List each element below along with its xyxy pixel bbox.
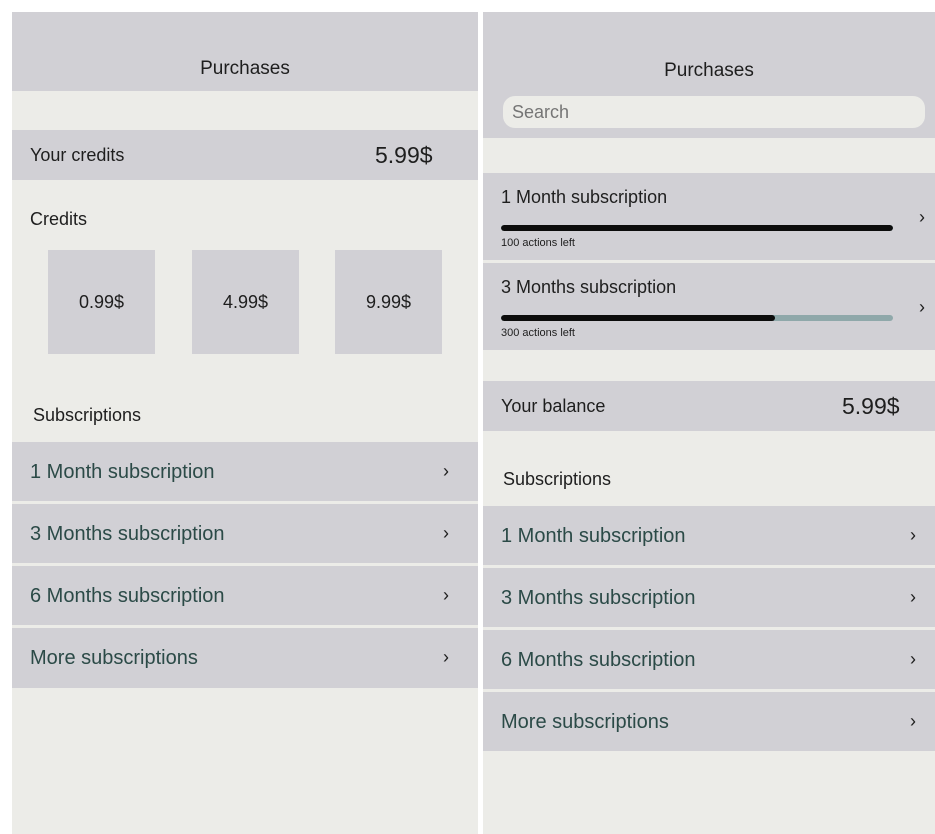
subscription-item-more[interactable]: More subscriptions › — [12, 628, 478, 688]
chevron-right-icon: › — [443, 647, 449, 667]
balance-bar: Your balance 5.99$ — [483, 381, 935, 431]
actions-left-label: 100 actions left — [501, 237, 575, 249]
actions-progress-bar — [501, 225, 893, 231]
subscription-item-6-months[interactable]: 6 Months subscription › — [12, 566, 478, 625]
chevron-right-icon: › — [919, 297, 925, 317]
subscription-item-6-months[interactable]: 6 Months subscription › — [483, 630, 935, 689]
subscription-item-more[interactable]: More subscriptions › — [483, 692, 935, 751]
credit-option-9-99[interactable]: 9.99$ — [335, 250, 442, 354]
credits-section-title: Credits — [30, 209, 88, 229]
chevron-right-icon: › — [443, 523, 449, 543]
subscription-item-3-months[interactable]: 3 Months subscription › — [483, 568, 935, 627]
purchases-screen-credits: Purchases Your credits 5.99$ Credits 0.9… — [12, 12, 478, 834]
subscriptions-section-title: Subscriptions — [503, 469, 612, 489]
credits-label: Your credits — [30, 145, 125, 165]
actions-left-label: 300 actions left — [501, 327, 575, 339]
subscription-item-label: 3 Months subscription — [501, 587, 696, 609]
active-subscription-3-months[interactable]: 3 Months subscription 300 actions left › — [483, 263, 935, 350]
chevron-right-icon: › — [443, 585, 449, 605]
credits-balance-bar: Your credits 5.99$ — [12, 130, 478, 180]
subscription-item-3-months[interactable]: 3 Months subscription › — [12, 504, 478, 563]
subscription-item-label: 3 Months subscription — [30, 523, 225, 545]
subscription-item-label: 6 Months subscription — [30, 585, 225, 607]
chevron-right-icon: › — [919, 207, 925, 227]
chevron-right-icon: › — [910, 711, 916, 731]
credits-amount: 5.99$ — [375, 142, 433, 168]
subscription-item-label: More subscriptions — [501, 711, 669, 733]
search-input[interactable] — [503, 96, 925, 128]
subscription-item-label: 1 Month subscription — [30, 461, 215, 483]
actions-progress-bar — [501, 315, 893, 321]
actions-progress-fill — [501, 225, 893, 231]
subscription-item-1-month[interactable]: 1 Month subscription › — [12, 442, 478, 501]
active-subscription-title: 1 Month subscription — [501, 187, 668, 207]
subscription-item-1-month[interactable]: 1 Month subscription › — [483, 506, 935, 565]
purchases-screen-subscriptions: Purchases 1 Month subscription 100 actio… — [483, 12, 935, 834]
credit-option-0-99[interactable]: 0.99$ — [48, 250, 155, 354]
balance-amount: 5.99$ — [842, 393, 900, 419]
active-subscription-title: 3 Months subscription — [501, 277, 677, 297]
chevron-right-icon: › — [910, 525, 916, 545]
subscription-item-label: More subscriptions — [30, 647, 198, 669]
subscriptions-section-title: Subscriptions — [33, 405, 142, 425]
balance-label: Your balance — [501, 396, 606, 416]
chevron-right-icon: › — [910, 649, 916, 669]
actions-progress-fill — [501, 315, 776, 321]
header: Purchases — [12, 12, 478, 91]
subscription-item-label: 1 Month subscription — [501, 525, 686, 547]
chevron-right-icon: › — [443, 461, 449, 481]
header: Purchases — [483, 12, 935, 138]
page-title: Purchases — [200, 58, 290, 79]
subscription-item-label: 6 Months subscription — [501, 649, 696, 671]
active-subscription-1-month[interactable]: 1 Month subscription 100 actions left › — [483, 173, 935, 260]
credit-option-4-99[interactable]: 4.99$ — [192, 250, 299, 354]
page-title: Purchases — [664, 60, 754, 81]
chevron-right-icon: › — [910, 587, 916, 607]
